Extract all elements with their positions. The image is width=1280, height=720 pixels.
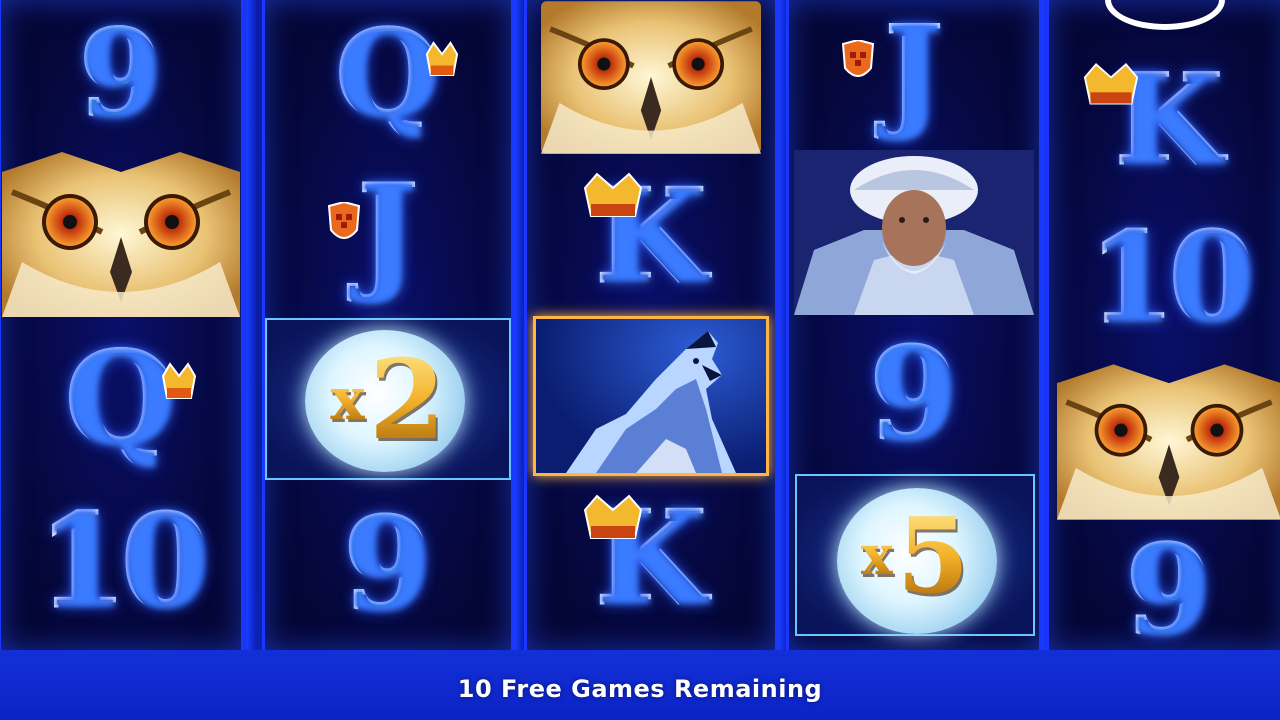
shield-icon: [841, 40, 875, 77]
symbol-nine: 9: [1049, 528, 1280, 650]
nine-label: 9: [342, 490, 434, 640]
reel-1: 9 Q 10: [0, 0, 244, 650]
symbol-nine: 9: [265, 490, 511, 640]
jack-label: J: [356, 158, 420, 308]
multiplier-x: x: [860, 523, 893, 587]
wolf-icon: [566, 331, 736, 473]
crown-icon: [1083, 63, 1139, 105]
symbol-nine: 9: [1, 0, 241, 150]
crown-icon: [425, 41, 459, 76]
symbol-multiplier-x5: x 5: [795, 474, 1035, 636]
crown-icon: [161, 362, 197, 399]
multiplier-value: 2: [369, 334, 446, 464]
symbol-owl: [1049, 362, 1280, 522]
owl-icon: [2, 152, 240, 317]
shield-icon: [327, 202, 361, 239]
reel-2: Q J x 2 9: [262, 0, 514, 650]
symbol-ten: 10: [1049, 204, 1280, 354]
symbol-wolf-wild: [533, 316, 769, 476]
partial-symbol: [1105, 0, 1225, 30]
ten-label: 10: [1087, 206, 1257, 351]
free-games-remaining: 10 Free Games Remaining: [457, 675, 823, 703]
multiplier-x: x: [330, 365, 366, 433]
reel-4: J 9 x 5: [786, 0, 1042, 650]
symbol-owl: [1, 152, 241, 317]
nine-label: 9: [78, 4, 164, 145]
symbol-king: K: [527, 484, 775, 634]
trapper-icon: [794, 150, 1034, 315]
queen-label: Q: [64, 325, 178, 475]
ten-label: 10: [36, 487, 211, 637]
crown-icon: [583, 494, 643, 539]
reel-3: K K: [524, 0, 778, 650]
symbol-owl: [527, 0, 775, 155]
symbol-nine: 9: [789, 320, 1039, 470]
owl-icon: [1057, 364, 1280, 520]
symbol-queen: Q: [1, 320, 241, 480]
symbol-jack: J: [789, 0, 1039, 145]
multiplier-value: 5: [896, 493, 970, 617]
owl-icon: [541, 1, 761, 154]
symbol-jack: J: [265, 158, 511, 308]
nine-label: 9: [868, 320, 960, 470]
symbol-ten: 10: [1, 482, 241, 642]
status-bar: 10 Free Games Remaining: [0, 650, 1280, 720]
symbol-king: K: [1049, 46, 1280, 196]
symbol-multiplier-x2: x 2: [265, 318, 511, 480]
crown-icon: [583, 172, 643, 217]
reel-5: K 10 9: [1046, 0, 1280, 650]
symbol-king: K: [527, 162, 775, 312]
symbol-queen: Q: [265, 0, 511, 150]
nine-label: 9: [1124, 528, 1213, 650]
slot-machine: 9 Q 10 Q J x 2 9 K K J 9 x 5 K 10 9 10 F…: [0, 0, 1280, 720]
symbol-trapper: [789, 150, 1039, 315]
jack-label: J: [883, 0, 945, 145]
